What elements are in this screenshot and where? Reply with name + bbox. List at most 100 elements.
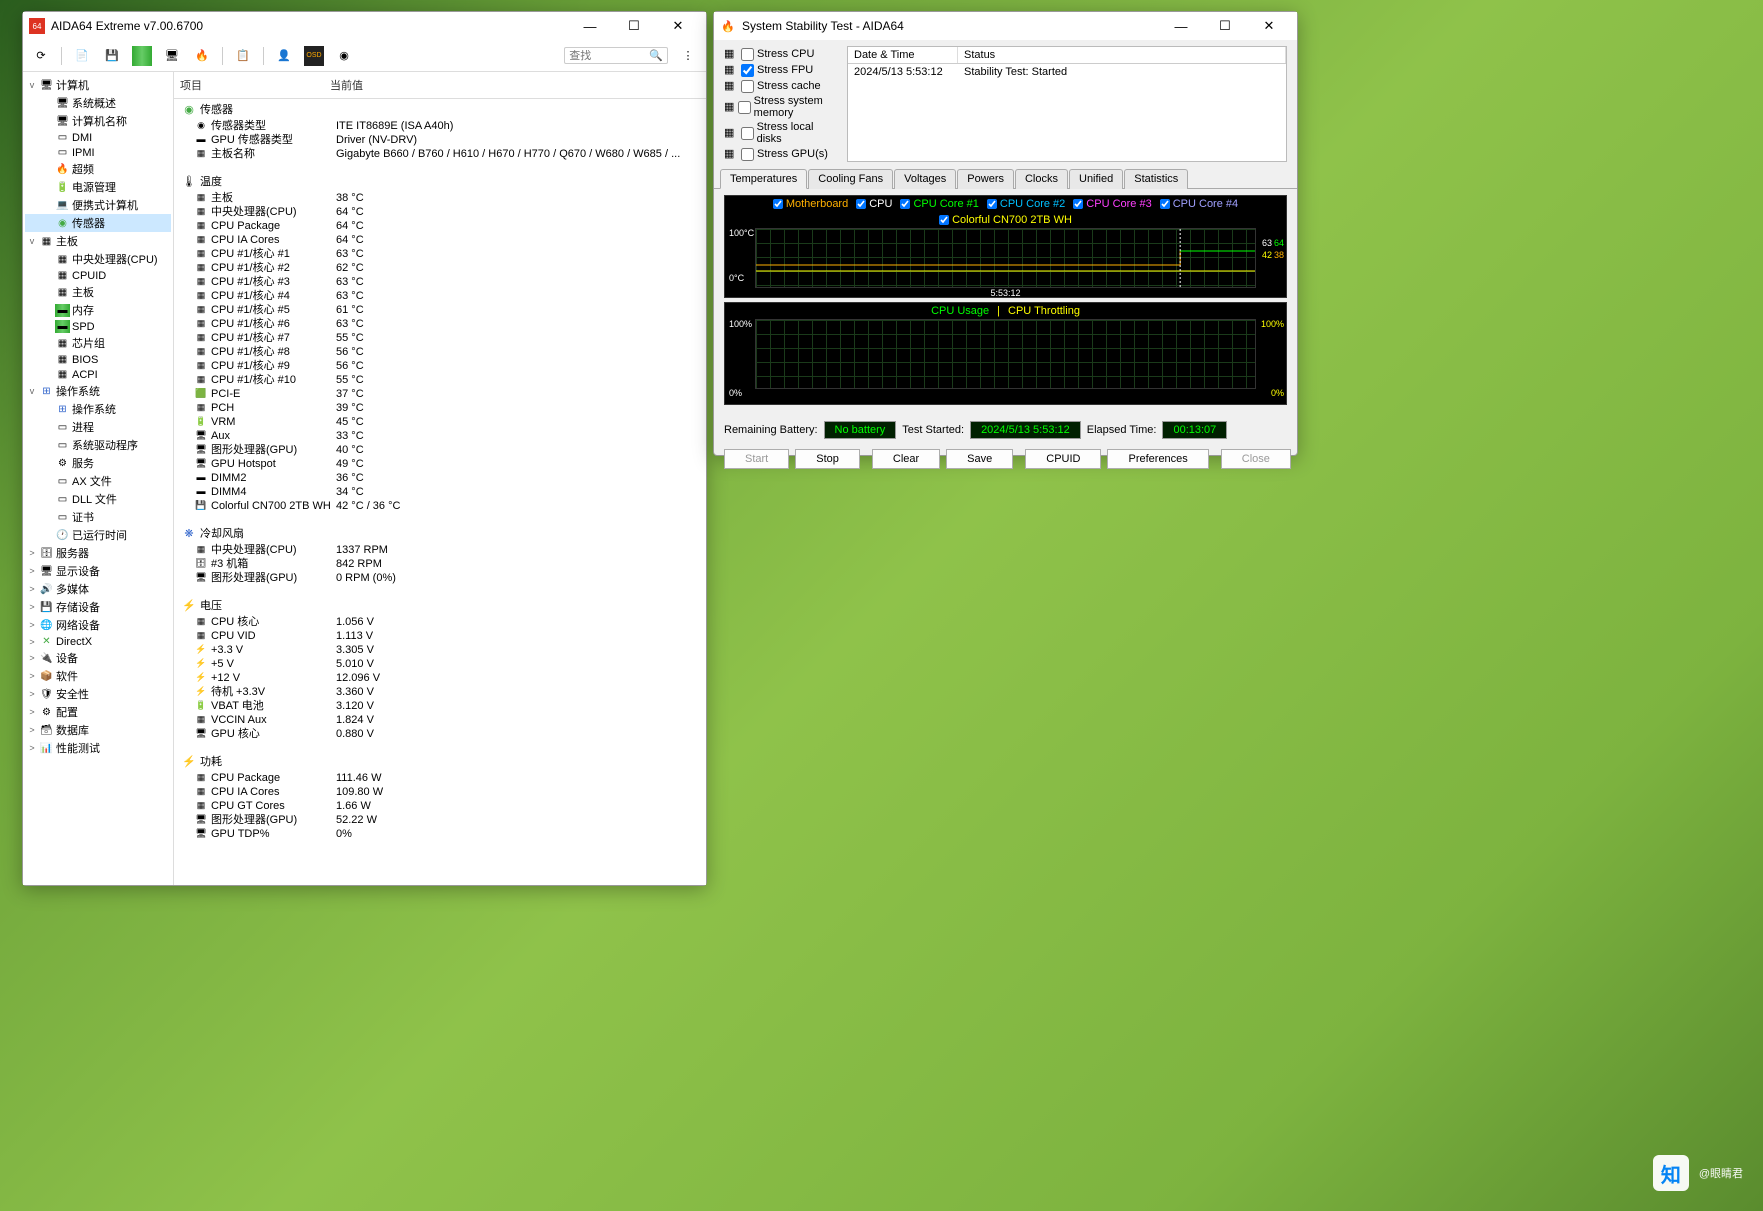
tree-node[interactable]: >📦软件 [25, 667, 171, 685]
prefs-button[interactable]: Preferences [1107, 449, 1208, 469]
data-row[interactable]: 🖥Aux33 °C [174, 429, 706, 443]
legend-item[interactable]: CPU Core #4 [1160, 198, 1238, 210]
data-row[interactable]: ▦CPU #1/核心 #363 °C [174, 275, 706, 289]
stress-item[interactable]: ▦Stress cache [724, 78, 839, 94]
clipboard-icon[interactable]: 📋 [233, 46, 253, 66]
tab-voltages[interactable]: Voltages [894, 169, 956, 189]
data-row[interactable]: ▦CPU #1/核心 #755 °C [174, 331, 706, 345]
disk-icon[interactable]: 💾 [102, 46, 122, 66]
data-row[interactable]: ⚡+3.3 V3.305 V [174, 643, 706, 657]
tab-clocks[interactable]: Clocks [1015, 169, 1068, 189]
tab-temperatures[interactable]: Temperatures [720, 169, 807, 189]
tree-node[interactable]: ▭证书 [25, 508, 171, 526]
stress-item[interactable]: ▦Stress system memory [724, 94, 839, 120]
minimize-button[interactable]: — [1159, 12, 1203, 40]
data-row[interactable]: 🖥图形处理器(GPU)0 RPM (0%) [174, 571, 706, 585]
tree-node[interactable]: ▦主板 [25, 283, 171, 301]
data-row[interactable]: ▦CPU IA Cores109.80 W [174, 785, 706, 799]
tree-node[interactable]: ⊞操作系统 [25, 400, 171, 418]
tree-node[interactable]: ▭进程 [25, 418, 171, 436]
legend-item[interactable]: CPU [856, 198, 892, 210]
legend-checkbox[interactable] [773, 199, 783, 209]
tree-node[interactable]: >🌐网络设备 [25, 616, 171, 634]
search-input[interactable] [569, 50, 649, 62]
stress-item[interactable]: ▦Stress CPU [724, 46, 839, 62]
data-row[interactable]: 🗄#3 机箱842 RPM [174, 557, 706, 571]
data-row[interactable]: ▦CPU IA Cores64 °C [174, 233, 706, 247]
data-row[interactable]: ▦CPU #1/核心 #956 °C [174, 359, 706, 373]
data-row[interactable]: 🖥GPU TDP%0% [174, 827, 706, 841]
stress-item[interactable]: ▦Stress GPU(s) [724, 146, 839, 162]
data-row[interactable]: 🔋VBAT 电池3.120 V [174, 699, 706, 713]
legend-item[interactable]: Colorful CN700 2TB WH [939, 214, 1072, 226]
legend-item[interactable]: CPU Core #3 [1073, 198, 1151, 210]
maximize-button[interactable]: ☐ [612, 12, 656, 40]
legend-checkbox[interactable] [900, 199, 910, 209]
tree-node[interactable]: v⊞操作系统 [25, 382, 171, 400]
legend-item[interactable]: Motherboard [773, 198, 848, 210]
data-row[interactable]: ▦CPU #1/核心 #561 °C [174, 303, 706, 317]
tree-node[interactable]: >⚙配置 [25, 703, 171, 721]
data-row[interactable]: ▦VCCIN Aux1.824 V [174, 713, 706, 727]
stress-checkbox[interactable] [741, 127, 754, 140]
data-row[interactable]: 🖥图形处理器(GPU)40 °C [174, 443, 706, 457]
start-button[interactable]: Start [724, 449, 789, 469]
tree-node[interactable]: ◉传感器 [25, 214, 171, 232]
legend-checkbox[interactable] [1073, 199, 1083, 209]
search-box[interactable]: 🔍 [564, 47, 668, 64]
data-row[interactable]: ▬DIMM434 °C [174, 485, 706, 499]
tree-node[interactable]: ▭DLL 文件 [25, 490, 171, 508]
data-row[interactable]: ▦CPU #1/核心 #163 °C [174, 247, 706, 261]
data-row[interactable]: ▦CPU #1/核心 #463 °C [174, 289, 706, 303]
tree-node[interactable]: >💾存储设备 [25, 598, 171, 616]
tree-node[interactable]: 🔋电源管理 [25, 178, 171, 196]
tree-node[interactable]: ▦ACPI [25, 367, 171, 382]
tree-node[interactable]: >🔊多媒体 [25, 580, 171, 598]
nav-tree[interactable]: v🖥计算机🖥系统概述🖥计算机名称▭DMI▭IPMI🔥超频🔋电源管理💻便携式计算机… [23, 72, 174, 885]
data-row[interactable]: 🖥GPU Hotspot49 °C [174, 457, 706, 471]
tree-node[interactable]: >🗃数据库 [25, 721, 171, 739]
data-row[interactable]: ▦CPU #1/核心 #663 °C [174, 317, 706, 331]
stress-item[interactable]: ▦Stress FPU [724, 62, 839, 78]
tree-node[interactable]: ▦中央处理器(CPU) [25, 250, 171, 268]
stress-checkbox[interactable] [738, 101, 751, 114]
tree-node[interactable]: ▦芯片组 [25, 334, 171, 352]
minimize-button[interactable]: — [568, 12, 612, 40]
data-row[interactable]: 🖥图形处理器(GPU)52.22 W [174, 813, 706, 827]
data-row[interactable]: 🔋VRM45 °C [174, 415, 706, 429]
data-row[interactable]: ⚡+5 V5.010 V [174, 657, 706, 671]
tree-node[interactable]: v🖥计算机 [25, 76, 171, 94]
data-row[interactable]: ⚡待机 +3.3V3.360 V [174, 685, 706, 699]
tree-node[interactable]: >🗄服务器 [25, 544, 171, 562]
data-row[interactable]: ▦CPU #1/核心 #1055 °C [174, 373, 706, 387]
tree-node[interactable]: ▭AX 文件 [25, 472, 171, 490]
clear-button[interactable]: Clear [872, 449, 940, 469]
data-row[interactable]: 🖥GPU 核心0.880 V [174, 727, 706, 741]
osd-icon[interactable]: OSD [304, 46, 324, 66]
tree-node[interactable]: >🛡安全性 [25, 685, 171, 703]
data-row[interactable]: ▦中央处理器(CPU)64 °C [174, 205, 706, 219]
tree-node[interactable]: >📊性能测试 [25, 739, 171, 757]
save-button[interactable]: Save [946, 449, 1013, 469]
data-row[interactable]: ▦CPU #1/核心 #856 °C [174, 345, 706, 359]
stability-titlebar[interactable]: 🔥 System Stability Test - AIDA64 — ☐ ✕ [714, 12, 1297, 40]
tree-node[interactable]: ▦CPUID [25, 268, 171, 283]
ram-icon[interactable] [132, 46, 152, 66]
close-button[interactable]: ✕ [656, 12, 700, 40]
tree-node[interactable]: >🖥显示设备 [25, 562, 171, 580]
tree-node[interactable]: ▦BIOS [25, 352, 171, 367]
tree-node[interactable]: 🕐已运行时间 [25, 526, 171, 544]
cpuid-button[interactable]: CPUID [1025, 449, 1101, 469]
data-row[interactable]: ▦CPU Package111.46 W [174, 771, 706, 785]
data-row[interactable]: ▬DIMM236 °C [174, 471, 706, 485]
tab-powers[interactable]: Powers [957, 169, 1014, 189]
stress-checkbox[interactable] [741, 64, 754, 77]
legend-item[interactable]: CPU Core #2 [987, 198, 1065, 210]
data-row[interactable]: ▦CPU GT Cores1.66 W [174, 799, 706, 813]
data-row[interactable]: ▦CPU Package64 °C [174, 219, 706, 233]
legend-checkbox[interactable] [939, 215, 949, 225]
main-titlebar[interactable]: 64 AIDA64 Extreme v7.00.6700 — ☐ ✕ [23, 12, 706, 40]
legend-checkbox[interactable] [1160, 199, 1170, 209]
tree-node[interactable]: ▭IPMI [25, 145, 171, 160]
tree-node[interactable]: ⚙服务 [25, 454, 171, 472]
